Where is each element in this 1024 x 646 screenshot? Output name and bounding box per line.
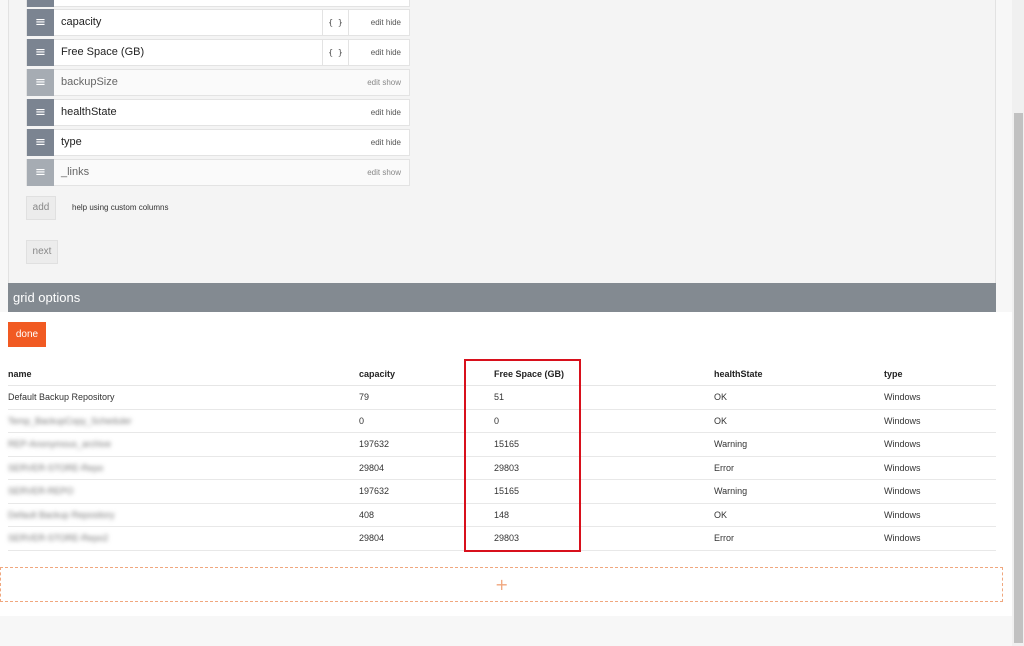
cell-name: Default Backup Repository (8, 509, 115, 520)
column-row[interactable]: ≡ type edit hide (26, 129, 410, 156)
cell-name: SERVER-STORE-Repo (8, 462, 104, 473)
header-name[interactable]: name (8, 363, 32, 386)
cell-name: REP-Anonymous_archive (8, 439, 112, 449)
format-braces-button[interactable]: { } (322, 40, 349, 65)
cell-capacity: 29804 (359, 462, 385, 473)
cell-health-state: OK (714, 509, 728, 520)
page-footer (0, 616, 1012, 646)
header-health-state[interactable]: healthState (714, 363, 763, 386)
next-button[interactable]: next (26, 240, 58, 264)
table-row[interactable]: REP-Anonymous_archive 197632 15165 Warning W… (8, 433, 996, 457)
drag-handle-icon[interactable]: ≡ (27, 129, 54, 156)
cell-type: Windows (884, 439, 921, 449)
column-label: type (61, 136, 82, 148)
cell-health-state: Warning (714, 486, 748, 496)
column-label: healthState (61, 106, 117, 118)
plus-icon: + (495, 575, 509, 594)
cell-free-space: 0 (494, 415, 500, 426)
header-capacity[interactable]: capacity (359, 363, 395, 386)
drag-handle-icon[interactable]: ≡ (27, 39, 54, 66)
column-label: capacity (61, 16, 102, 28)
header-free-space[interactable]: Free Space (GB) (494, 363, 564, 386)
column-actions-links[interactable]: edit hide (371, 40, 401, 65)
format-braces-button[interactable]: { } (322, 10, 349, 35)
grid-options-header: grid options (8, 283, 996, 312)
cell-type: Windows (884, 462, 921, 473)
column-actions-links[interactable]: edit hide (371, 130, 401, 155)
cell-type: Windows (884, 509, 921, 520)
table-row[interactable]: SERVER-STORE-Repo2 29804 29803 Error Windows (8, 527, 996, 551)
cell-health-state: Warning (714, 439, 748, 449)
column-actions-links[interactable]: edit hide (371, 10, 401, 35)
table-row[interactable]: SERVER-REPO 197632 15165 Warning Windows (8, 480, 996, 504)
cell-type: Windows (884, 415, 921, 426)
help-custom-columns-link[interactable]: help using custom columns (72, 203, 169, 212)
cell-name: SERVER-STORE-Repo2 (8, 533, 109, 543)
drag-handle-icon[interactable]: ≡ (27, 9, 54, 36)
grid-header-row: name capacity Free Space (GB) healthStat… (8, 363, 996, 386)
drag-handle-icon[interactable]: ≡ (27, 99, 54, 126)
drag-handle-icon[interactable]: ≡ (27, 0, 54, 7)
cell-capacity: 197632 (359, 439, 390, 449)
cell-free-space: 51 (494, 392, 505, 402)
cell-free-space: 29803 (494, 533, 520, 543)
cell-type: Windows (884, 533, 921, 543)
cell-health-state: OK (714, 392, 728, 402)
cell-name: Temp_BackupCopy_Scheduler (8, 415, 132, 426)
column-actions-links[interactable]: edit show (367, 70, 401, 95)
cell-type: Windows (884, 486, 921, 496)
cell-health-state: Error (714, 533, 734, 543)
column-row[interactable]: ≡ _links edit show (26, 159, 410, 186)
header-type[interactable]: type (884, 363, 903, 386)
cell-free-space: 29803 (494, 462, 520, 473)
column-row[interactable]: ≡ backupSize edit show (26, 69, 410, 96)
cell-health-state: Error (714, 462, 734, 473)
column-row[interactable]: ≡ healthState edit hide (26, 99, 410, 126)
drag-handle-icon[interactable]: ≡ (27, 159, 54, 186)
column-row[interactable]: ≡ capacity { } edit hide (26, 9, 410, 36)
column-actions-links[interactable]: edit show (367, 160, 401, 185)
cell-free-space: 15165 (494, 486, 520, 496)
column-label: backupSize (61, 76, 118, 88)
cell-type: Windows (884, 392, 921, 402)
add-column-button[interactable]: add (26, 196, 56, 220)
table-row[interactable]: Temp_BackupCopy_Scheduler 0 0 OK Windows (8, 410, 996, 433)
cell-capacity: 79 (359, 392, 370, 402)
cell-free-space: 148 (494, 509, 510, 520)
column-actions-links[interactable]: edit hide (371, 100, 401, 125)
cell-free-space: 15165 (494, 439, 520, 449)
cell-name: SERVER-REPO (8, 486, 74, 496)
column-row-partial: ≡ (26, 0, 410, 7)
column-row[interactable]: ≡ Free Space (GB) { } edit hide (26, 39, 410, 66)
scrollbar-thumb[interactable] (1014, 113, 1023, 643)
column-label: Free Space (GB) (61, 46, 145, 58)
add-widget-dropzone[interactable]: + (0, 567, 1003, 602)
cell-capacity: 408 (359, 509, 375, 520)
cell-capacity: 0 (359, 415, 365, 426)
cell-capacity: 197632 (359, 486, 390, 496)
table-row[interactable]: SERVER-STORE-Repo 29804 29803 Error Windows (8, 457, 996, 480)
table-row[interactable]: Default Backup Repository 408 148 OK Windows (8, 504, 996, 527)
done-button[interactable]: done (8, 322, 46, 347)
cell-name: Default Backup Repository (8, 392, 115, 402)
data-grid: name capacity Free Space (GB) healthStat… (8, 363, 996, 551)
drag-handle-icon[interactable]: ≡ (27, 69, 54, 96)
cell-health-state: OK (714, 415, 728, 426)
cell-capacity: 29804 (359, 533, 385, 543)
table-row[interactable]: Default Backup Repository 79 51 OK Windows (8, 386, 996, 410)
column-label: _links (61, 166, 90, 178)
